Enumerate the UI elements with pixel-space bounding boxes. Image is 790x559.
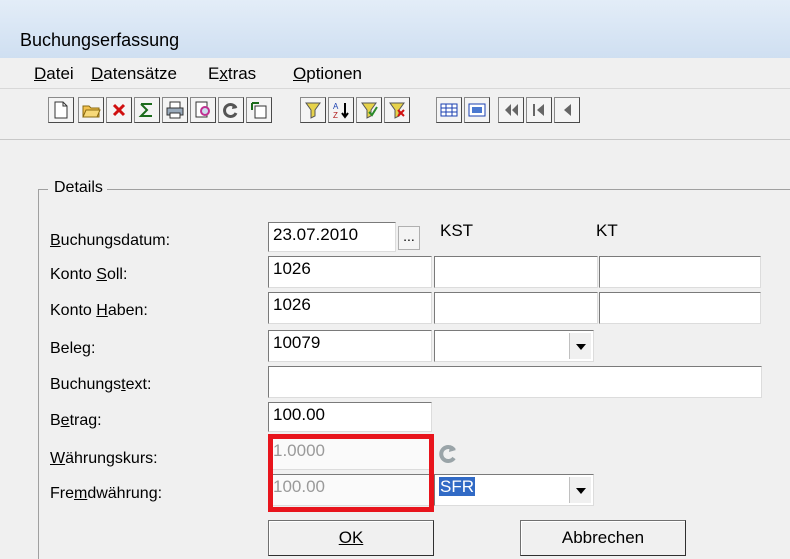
filter-apply-icon[interactable] [356,97,382,123]
beleg-combo[interactable] [434,330,594,362]
menu-datensaetze-rest: atensätze [103,64,178,83]
abbrechen-button[interactable]: Abbrechen [520,520,686,556]
preview-icon[interactable] [190,97,216,123]
menu-datei[interactable]: Datei [34,64,74,84]
konto-soll-kt-field[interactable] [599,256,761,288]
buchungsdatum-label: Buchungsdatum: [50,232,171,249]
konto-haben-field[interactable]: 1026 [268,292,432,324]
ok-button-label: OK [338,528,364,547]
menu-optionen[interactable]: Optionen [293,64,362,84]
waehrungskurs-label: Währungskurs: [50,450,158,467]
delete-icon[interactable] [106,97,132,123]
konto-haben-kt-field[interactable] [599,292,761,324]
column-header-kt: KT [596,221,618,240]
toolbar: AZ [0,89,790,140]
print-icon[interactable] [162,97,188,123]
konto-haben-kst-field[interactable] [434,292,598,324]
beleg-combo-arrow[interactable] [569,333,591,359]
fremdwaehrung-label: Fremdwährung: [50,485,163,502]
buchungsdatum-field[interactable]: 23.07.2010 [268,222,396,252]
beleg-label: Beleg: [50,340,96,357]
currency-selected-value: SFR [439,477,475,496]
buchungstext-field[interactable] [268,366,762,398]
abbrechen-button-label: Abbrechen [561,528,645,547]
svg-text:Z: Z [333,111,338,120]
buchungstext-label: Buchungstext: [50,376,152,393]
date-picker-button[interactable]: ... [398,226,420,250]
menu-datensaetze[interactable]: Datensätze [91,64,177,84]
highlight-annotation [268,434,434,512]
currency-combo[interactable]: SFR [434,474,594,506]
filter-remove-icon[interactable] [384,97,410,123]
previous-record-icon[interactable] [554,97,580,123]
betrag-label: Betrag: [50,412,102,429]
betrag-field[interactable]: 100.00 [268,402,432,432]
new-document-icon[interactable] [48,97,74,123]
svg-text:A: A [333,102,339,111]
application-window: Buchungserfassung Datei Datensätze Extra… [0,0,790,559]
konto-haben-label: Konto Haben: [50,302,148,319]
menu-extras[interactable]: Extras [208,64,256,84]
menu-bar: Datei Datensätze Extras Optionen [0,58,790,89]
ok-button[interactable]: OK [268,520,434,556]
filter-icon[interactable] [300,97,326,123]
export-icon[interactable] [246,97,272,123]
refresh-rate-icon[interactable] [436,440,460,468]
column-header-kst: KST [440,221,474,240]
open-folder-icon[interactable] [78,97,104,123]
konto-soll-kst-field[interactable] [434,256,598,288]
konto-soll-label: Konto Soll: [50,266,128,283]
konto-soll-field[interactable]: 1026 [268,256,432,288]
details-group-label: Details [48,179,107,197]
previous-page-icon[interactable] [526,97,552,123]
currency-combo-arrow[interactable] [569,477,591,503]
sort-icon[interactable]: AZ [328,97,354,123]
sum-icon[interactable] [134,97,160,123]
form-view-icon[interactable] [464,97,490,123]
menu-datei-rest: atei [46,64,74,83]
title-bar: Buchungserfassung [0,0,790,58]
first-record-icon[interactable] [498,97,524,123]
window-title: Buchungserfassung [20,30,180,50]
beleg-field[interactable]: 10079 [268,330,432,362]
refresh-icon[interactable] [218,97,244,123]
table-view-icon[interactable] [436,97,462,123]
